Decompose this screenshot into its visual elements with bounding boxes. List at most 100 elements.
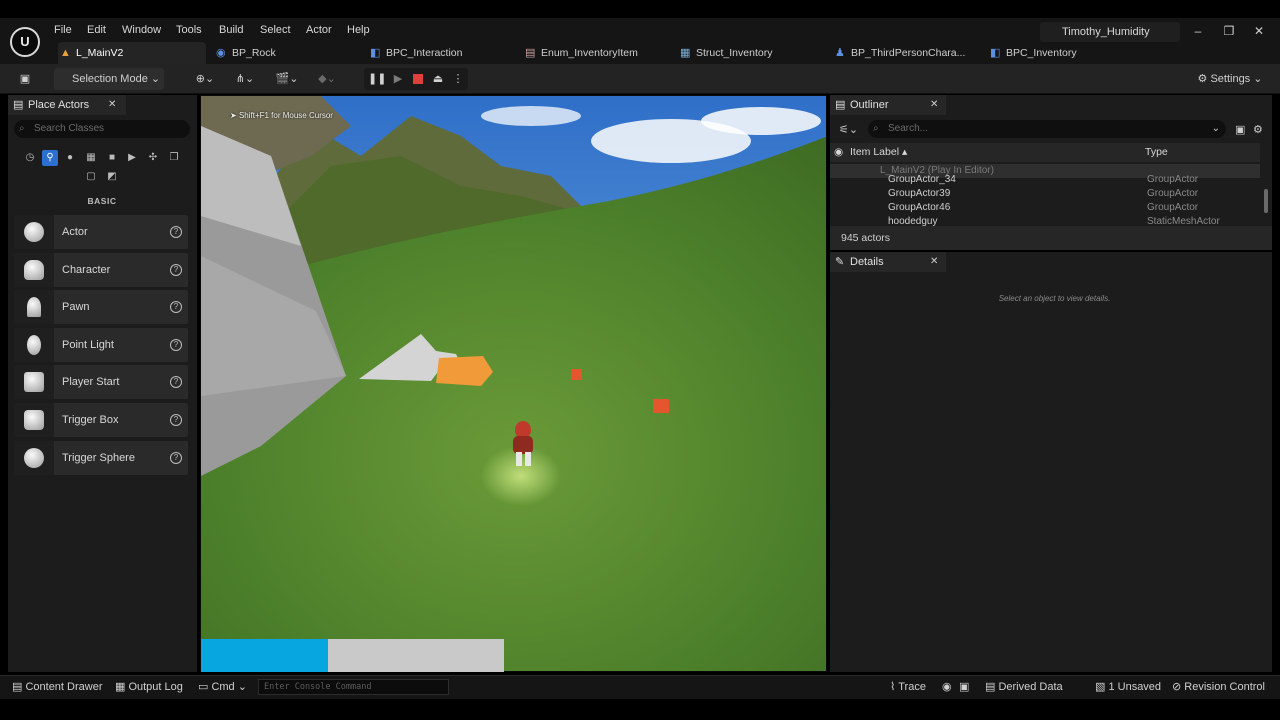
viewport-hint-text: Shift+F1 for Mouse Cursor [238,111,333,120]
shapes-icon[interactable]: ◩ [104,169,120,185]
tab-struct-inventory[interactable]: ▦ Struct_Inventory [678,42,772,64]
pause-icon[interactable]: ❚❚ [368,68,386,90]
tab-bpc-interaction[interactable]: ◧ BPC_Interaction [368,42,462,64]
help-icon[interactable]: ? [170,339,182,351]
help-icon[interactable]: ? [170,301,182,313]
menu-tools[interactable]: Tools [176,18,202,42]
actor-item-point-light[interactable]: Point Light ? [14,328,188,362]
row-type: GroupActor [1147,188,1199,199]
close-window-icon[interactable]: ✕ [1251,24,1267,38]
tab-enum-inventoryitem[interactable]: ▤ Enum_InventoryItem [523,42,638,64]
tab-bpc-inventory[interactable]: ◧ BPC_Inventory [988,42,1077,64]
visual-effects-icon[interactable]: ■ [104,150,120,166]
menu-help[interactable]: Help [347,18,370,42]
help-icon[interactable]: ? [170,414,182,426]
menu-edit[interactable]: Edit [87,18,106,42]
media-icon[interactable]: ▶ [124,150,140,166]
unsaved-button[interactable]: ▧ 1 Unsaved [1095,675,1161,699]
geometry-icon[interactable]: ▢ [83,169,99,185]
actor-item-trigger-box[interactable]: Trigger Box ? [14,403,188,437]
new-folder-icon[interactable]: ▣ [1235,123,1245,136]
column-item-label[interactable]: Item Label ▴ [850,143,907,162]
tab-label: BPC_Interaction [386,47,463,59]
outliner-tab[interactable]: ▤ Outliner [830,95,946,115]
menu-window[interactable]: Window [122,18,161,42]
content-drawer-button[interactable]: ▤ Content Drawer [12,675,103,699]
menu-build[interactable]: Build [219,18,243,42]
all-classes-icon[interactable]: ❐ [166,150,182,166]
blueprint-menu-icon[interactable]: ⋔⌄ [228,68,262,90]
tab-bp-thirdpersoncharacter[interactable]: ♟ BP_ThirdPersonChara... [833,42,965,64]
eye-icon[interactable]: ◉ [834,143,843,162]
lights-icon[interactable]: ● [62,150,78,166]
help-icon[interactable]: ? [170,376,182,388]
help-icon[interactable]: ? [170,226,182,238]
tab-label: Enum_InventoryItem [541,47,638,59]
record-icon[interactable]: ◉ [942,675,952,699]
tab-label: BP_Rock [232,47,276,59]
revision-control-button[interactable]: ⊘ Revision Control [1172,675,1265,699]
tab-l-mainv2[interactable]: ▲ L_MainV2 [58,42,206,64]
menu-file[interactable]: File [54,18,72,42]
actor-item-trigger-sphere[interactable]: Trigger Sphere ? [14,441,188,475]
tab-label: Struct_Inventory [696,47,773,59]
recent-icon[interactable]: ◷ [22,150,38,166]
derived-data-label: Derived Data [998,681,1063,693]
outliner-row[interactable]: GroupActor39 GroupActor [830,187,1260,201]
step-forward-icon[interactable]: ▶ [389,68,407,90]
row-name: GroupActor_34 [888,174,956,185]
gear-icon[interactable]: ⚙ [1253,123,1263,136]
minimize-icon[interactable]: – [1190,24,1206,38]
column-type[interactable]: Type [1145,143,1168,162]
actor-item-actor[interactable]: Actor ? [14,215,188,249]
filter-icon[interactable]: ⚟⌄ [839,123,858,136]
cinematics-icon[interactable]: 🎬⌄ [270,68,304,90]
outliner-search-input[interactable]: ⌕ Search... ⌄ [868,120,1226,138]
close-icon[interactable]: ✕ [930,99,938,110]
chevron-down-icon[interactable]: ⌄ [1212,120,1220,138]
eject-icon[interactable]: ⏏ [429,68,447,90]
cmd-dropdown[interactable]: ▭ Cmd ⌄ [198,675,247,699]
outliner-row[interactable]: hoodedguy StaticMeshActor [830,215,1260,226]
unreal-logo-icon[interactable]: U [10,27,40,57]
help-icon[interactable]: ? [170,264,182,276]
menu-select[interactable]: Select [260,18,291,42]
restore-icon[interactable]: ❐ [1221,24,1237,38]
output-log-button[interactable]: ▦ Output Log [115,675,183,699]
add-content-icon[interactable]: ⊕⌄ [188,68,222,90]
volumes-icon[interactable]: ✣ [145,150,161,166]
actor-item-label: Trigger Box [62,414,119,426]
details-tab[interactable]: ✎ Details [830,252,946,272]
health-bar-fill [201,639,329,672]
menu-actor[interactable]: Actor [306,18,332,42]
user-account[interactable]: Timothy_Humidity [1040,22,1180,42]
actor-item-player-start[interactable]: Player Start ? [14,365,188,399]
close-icon[interactable]: ✕ [108,99,116,110]
help-icon[interactable]: ? [170,452,182,464]
content-drawer-label: Content Drawer [25,681,103,693]
console-command-input[interactable]: Enter Console Command [258,679,449,695]
game-viewport[interactable] [200,95,827,672]
settings-button[interactable]: ⚙ Settings ⌄ [1192,68,1268,90]
cinematic-icon[interactable]: ▦ [83,150,99,166]
actor-item-character[interactable]: Character ? [14,253,188,287]
outliner-scrollbar[interactable] [1264,189,1268,213]
trace-button[interactable]: ⌇ Trace [890,675,926,699]
save-icon[interactable]: ▣ [14,68,36,90]
outliner-row[interactable]: GroupActor46 GroupActor [830,201,1260,215]
tab-bp-rock[interactable]: ◉ BP_Rock [214,42,276,64]
row-name: GroupActor46 [888,202,951,213]
more-options-icon[interactable]: ⋮ [452,68,464,90]
cmd-icon: ▭ [198,681,212,693]
basic-category-icon[interactable]: ⚲ [42,150,58,166]
stop-icon[interactable] [409,68,427,90]
actor-item-pawn[interactable]: Pawn ? [14,290,188,324]
search-classes-input[interactable]: ⌕ Search Classes [14,120,190,138]
screenshot-icon[interactable]: ▣ [959,675,969,699]
outliner-row[interactable]: GroupActor_34 GroupActor [830,173,1260,187]
platforms-icon[interactable]: ◆⌄ [310,68,344,90]
close-icon[interactable]: ✕ [930,256,938,267]
selection-mode-dropdown[interactable]: Selection Mode ⌄ [54,68,164,90]
viewport-hint: ➤ Shift+F1 for Mouse Cursor [230,111,333,120]
derived-data-button[interactable]: ▤ Derived Data [985,675,1063,699]
